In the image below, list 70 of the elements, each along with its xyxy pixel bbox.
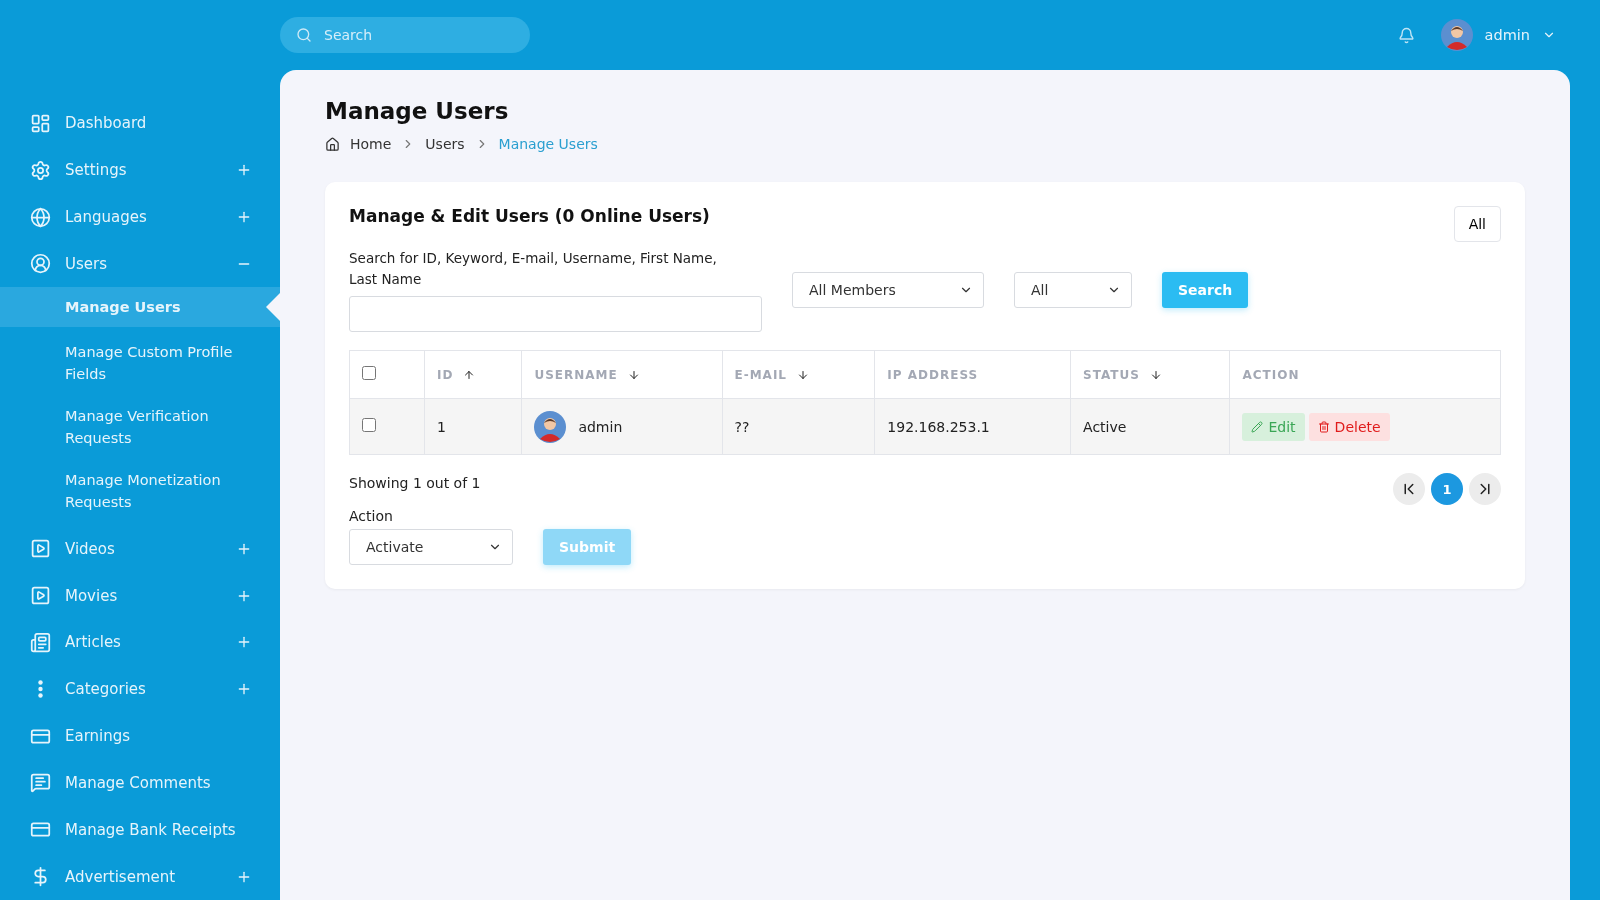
video-icon xyxy=(30,585,51,607)
status-select[interactable]: All xyxy=(1014,272,1132,308)
column-header[interactable]: IP ADDRESS xyxy=(874,350,1071,399)
pencil-icon xyxy=(1251,420,1264,433)
breadcrumb-link[interactable]: Manage Users xyxy=(498,136,598,152)
sidebar-item[interactable]: Advertisement xyxy=(0,853,280,900)
sidebar-item[interactable]: Earnings xyxy=(0,712,280,760)
sidebar-item[interactable]: Settings xyxy=(0,146,280,194)
delete-button[interactable]: Delete xyxy=(1308,412,1390,441)
all-button[interactable]: All xyxy=(1453,206,1501,242)
sidebar-item[interactable]: Dashboard xyxy=(0,100,280,147)
column-header[interactable]: ID xyxy=(424,350,522,399)
showing-text: Showing 1 out of 1 xyxy=(349,475,481,491)
sidebar-item[interactable]: Videos xyxy=(0,525,280,573)
sidebar-item[interactable]: Users xyxy=(0,240,280,288)
breadcrumb-link[interactable]: Home xyxy=(350,136,392,152)
search-label: Search for ID, Keyword, E-mail, Username, First Name, Last Name xyxy=(349,249,718,289)
table-cell: 192.168.253.1 xyxy=(874,398,1071,455)
gear-icon xyxy=(30,159,51,181)
submenu-item[interactable]: Manage Monetization Requests xyxy=(0,461,280,522)
breadcrumb-link[interactable]: Users xyxy=(425,136,465,152)
sidebar-item[interactable]: Movies xyxy=(0,572,280,619)
column-header[interactable]: E-MAIL xyxy=(722,350,875,399)
column-header[interactable]: USERNAME xyxy=(521,350,722,399)
card-title: Manage & Edit Users (0 Online Users) xyxy=(349,206,710,226)
video-icon xyxy=(30,538,51,560)
sidebar-item[interactable]: Manage Bank Receipts xyxy=(0,806,280,854)
submenu-item[interactable]: Manage Custom Profile Fields xyxy=(0,333,280,394)
globe-icon xyxy=(30,206,51,228)
sort-down-icon[interactable] xyxy=(797,369,810,381)
comment-icon xyxy=(30,772,51,794)
sidebar-item[interactable]: Categories xyxy=(0,665,280,713)
page-button[interactable]: 1 xyxy=(1431,473,1463,505)
row-checkbox[interactable] xyxy=(362,418,376,432)
username-text: admin xyxy=(578,418,623,435)
column-header[interactable]: ACTION xyxy=(1230,350,1501,399)
page-title: Manage Users xyxy=(325,98,510,124)
submenu-item[interactable]: Manage Users xyxy=(0,287,280,328)
last-page-button[interactable] xyxy=(1469,473,1501,505)
table-cell: 1 xyxy=(424,398,522,455)
user-icon xyxy=(30,253,51,275)
table-cell: Active xyxy=(1070,398,1230,455)
submit-button[interactable]: Submit xyxy=(543,529,632,565)
dots-icon xyxy=(38,680,43,699)
select-all-checkbox[interactable] xyxy=(362,366,376,380)
sort-up-icon[interactable] xyxy=(463,369,476,381)
user-menu[interactable]: admin xyxy=(1440,19,1556,51)
sort-down-icon[interactable] xyxy=(1149,369,1162,381)
sidebar-item[interactable]: Languages xyxy=(0,193,280,241)
search-input[interactable] xyxy=(349,296,762,332)
table-cell: ?? xyxy=(722,398,875,455)
sidebar-item[interactable]: Manage Comments xyxy=(0,759,280,807)
first-page-button[interactable] xyxy=(1393,473,1425,505)
newspaper-icon xyxy=(30,631,51,653)
dashboard-icon xyxy=(30,112,51,134)
home-icon xyxy=(325,136,340,152)
search-button[interactable]: Search xyxy=(1162,272,1249,308)
sidebar-item[interactable]: Articles xyxy=(0,618,280,666)
avatar-icon xyxy=(534,410,567,443)
bell-icon[interactable] xyxy=(1397,26,1415,44)
trash-icon xyxy=(1317,420,1330,433)
action-label: Action xyxy=(349,508,393,524)
edit-button[interactable]: Edit xyxy=(1242,412,1305,441)
members-select[interactable]: All Members xyxy=(792,272,984,308)
column-header[interactable]: STATUS xyxy=(1070,350,1230,399)
submenu-item[interactable]: Manage Verification Requests xyxy=(0,397,280,458)
avatar-icon xyxy=(1440,19,1473,51)
sort-down-icon[interactable] xyxy=(627,369,640,381)
search-field[interactable]: Search xyxy=(280,17,530,53)
action-select[interactable]: Activate xyxy=(349,529,513,565)
